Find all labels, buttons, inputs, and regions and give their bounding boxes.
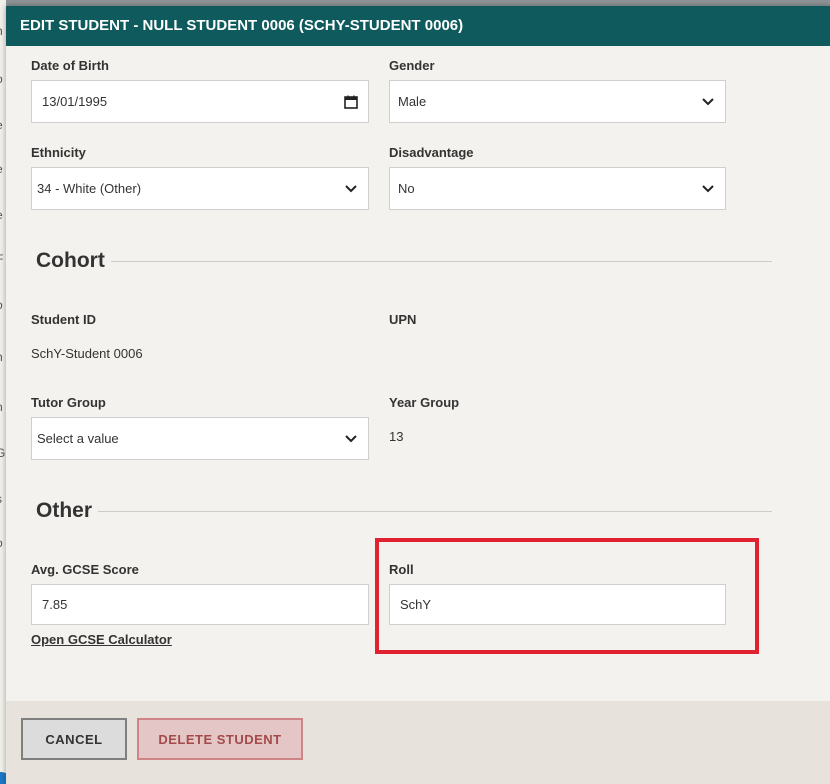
chevron-down-icon xyxy=(334,184,368,193)
delete-student-button[interactable]: DELETE STUDENT xyxy=(137,718,303,760)
year-group-value: 13 xyxy=(389,429,404,444)
student-id-value: SchY-Student 0006 xyxy=(31,346,143,361)
tutor-group-value: Select a value xyxy=(37,431,119,446)
tutor-group-select[interactable]: Select a value xyxy=(31,417,369,460)
chevron-down-icon xyxy=(334,434,368,443)
chevron-down-icon xyxy=(691,97,725,106)
dob-value: 13/01/1995 xyxy=(42,94,108,109)
cohort-section-header: Cohort xyxy=(20,246,772,276)
section-divider xyxy=(98,510,772,512)
edit-student-modal: EDIT STUDENT - NULL STUDENT 0006 (SCHY-S… xyxy=(6,6,830,784)
modal-footer: CANCEL DELETE STUDENT xyxy=(6,701,830,784)
gcse-score-label: Avg. GCSE Score xyxy=(31,562,139,577)
tutor-group-label: Tutor Group xyxy=(31,395,106,410)
cohort-section-title: Cohort xyxy=(36,249,105,272)
background-text-fragment: e xyxy=(0,118,3,132)
gender-select[interactable]: Male xyxy=(389,80,726,123)
background-text-fragment: o xyxy=(0,536,3,550)
year-group-label: Year Group xyxy=(389,395,460,410)
gcse-score-value: 7.85 xyxy=(42,597,68,612)
disadvantage-label: Disadvantage xyxy=(389,145,474,160)
disadvantage-select[interactable]: No xyxy=(389,167,726,210)
upn-label: UPN xyxy=(389,312,417,327)
background-text-fragment: h xyxy=(0,350,3,364)
dob-input[interactable]: 13/01/1995 xyxy=(31,80,369,123)
gcse-score-input[interactable]: 7.85 xyxy=(31,584,369,625)
roll-highlight-box xyxy=(375,538,759,654)
cancel-button[interactable]: CANCEL xyxy=(21,718,127,760)
open-gcse-calculator-link[interactable]: Open GCSE Calculator xyxy=(31,632,172,647)
section-divider xyxy=(110,260,772,262)
modal-title: EDIT STUDENT - NULL STUDENT 0006 (SCHY-S… xyxy=(6,6,830,46)
disadvantage-value: No xyxy=(398,181,415,196)
background-text-fragment: e xyxy=(0,162,3,176)
background-text-fragment: F xyxy=(0,252,3,266)
background-text-fragment: s xyxy=(0,492,2,506)
other-section-header: Other xyxy=(20,496,772,526)
gender-value: Male xyxy=(398,94,427,109)
background-text-fragment: h xyxy=(0,24,3,38)
ethnicity-value: 34 - White (Other) xyxy=(37,181,142,196)
calendar-icon[interactable] xyxy=(334,95,368,109)
chevron-down-icon xyxy=(691,184,725,193)
dob-label: Date of Birth xyxy=(31,58,109,73)
ethnicity-label: Ethnicity xyxy=(31,145,86,160)
student-id-label: Student ID xyxy=(31,312,96,327)
background-text-fragment: e xyxy=(0,208,3,222)
gender-label: Gender xyxy=(389,58,435,73)
ethnicity-select[interactable]: 34 - White (Other) xyxy=(31,167,369,210)
other-section-title: Other xyxy=(36,499,93,522)
background-text-fragment: n xyxy=(0,400,3,414)
background-text-fragment: G xyxy=(0,446,6,460)
background-text-fragment: o xyxy=(0,72,3,86)
background-text-fragment: o xyxy=(0,298,3,312)
